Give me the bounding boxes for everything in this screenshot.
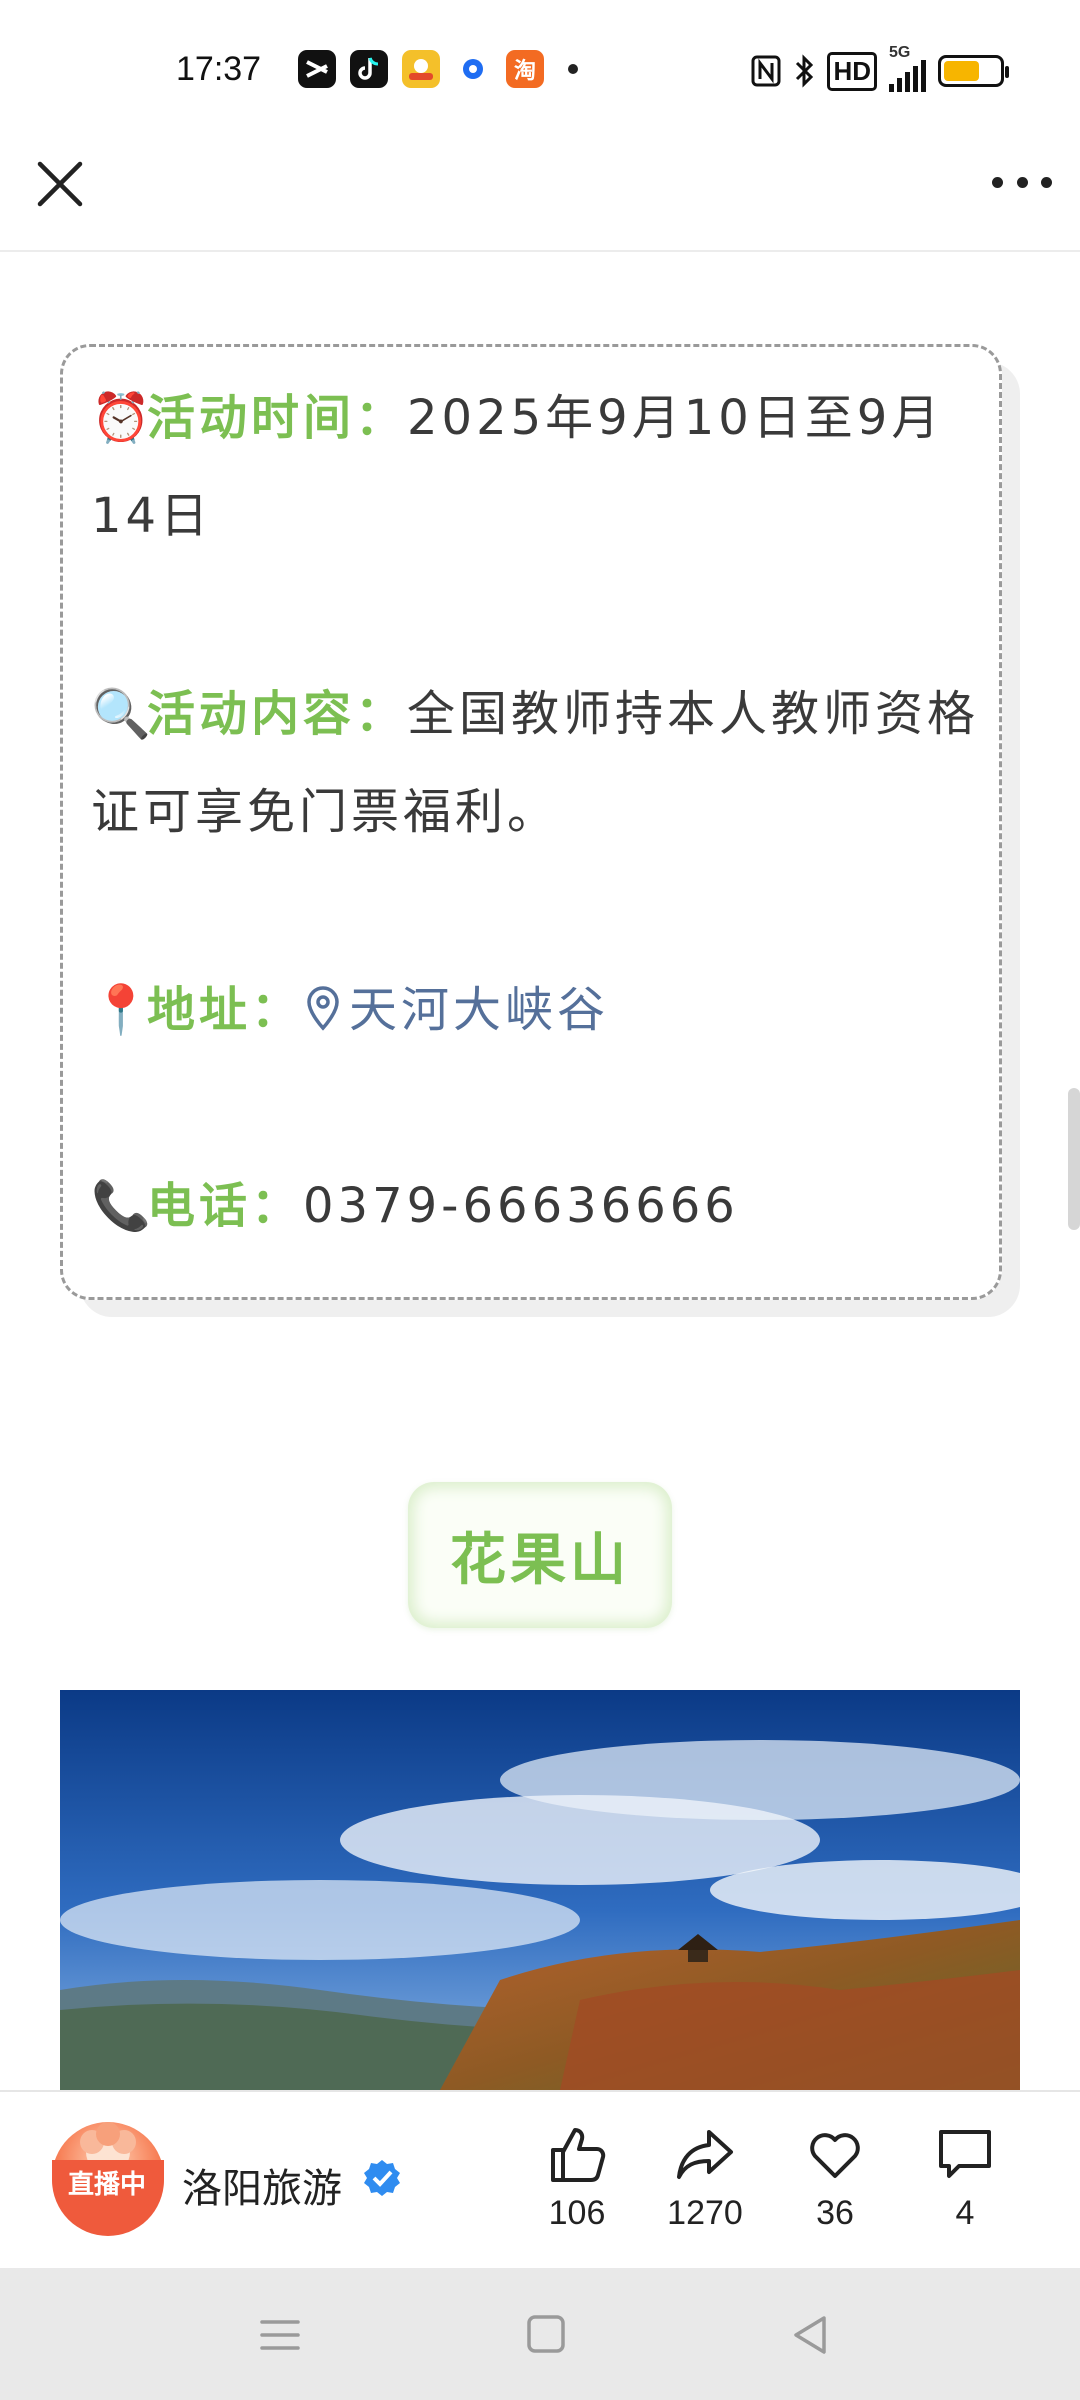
tiktok-icon [350, 50, 388, 88]
bottom-action-bar: 直播中 洛阳旅游 106 1270 36 4 [0, 2090, 1080, 2268]
nfc-icon [751, 55, 781, 87]
top-nav-bar [0, 140, 1080, 252]
address-line: 📍地址： 天河大峡谷 [91, 961, 981, 1059]
phone-icon: 📞 [91, 1178, 155, 1234]
event-time-line: ⏰活动时间：2025年9月10日至9月14日 [91, 369, 981, 565]
heart-icon [810, 2133, 860, 2178]
capcut-icon [298, 50, 336, 88]
home-square-icon [527, 2315, 565, 2353]
close-button[interactable] [30, 154, 90, 214]
address-label: 地址： [147, 982, 304, 1038]
scrollbar-thumb[interactable] [1068, 1088, 1080, 1230]
comment-button[interactable]: 4 [910, 2122, 1020, 2233]
system-navigation-bar [0, 2268, 1080, 2400]
signal-icon: 5G [889, 44, 926, 92]
more-notifications-dot [568, 64, 578, 74]
verified-badge-icon [364, 2160, 400, 2196]
menu-nav-button[interactable] [250, 2310, 310, 2360]
back-nav-button[interactable] [782, 2310, 842, 2360]
favorite-count: 36 [816, 2194, 854, 2232]
notification-icons: 淘 [298, 50, 578, 88]
event-info-card: ⏰活动时间：2025年9月10日至9月14日 🔍活动内容：全国教师持本人教师资格… [60, 344, 1002, 1300]
map-pin-icon [307, 986, 339, 1031]
hd-icon: HD [827, 51, 877, 91]
address-link[interactable]: 天河大峡谷 [303, 982, 609, 1038]
phone-value[interactable]: 0379-66636666 [303, 1178, 739, 1234]
phone-line: 📞电话：0379-66636666 [91, 1157, 981, 1255]
author-name[interactable]: 洛阳旅游 [182, 2156, 342, 2214]
game-app-icon [402, 50, 440, 88]
event-content-label: 活动内容： [147, 686, 408, 742]
system-status-icons: HD 5G [751, 44, 1009, 92]
mountain-landscape-image [60, 1690, 1020, 2090]
share-button[interactable]: 1270 [650, 2122, 760, 2233]
section-title-tag: 花果山 [408, 1482, 672, 1628]
event-content-line: 🔍活动内容：全国教师持本人教师资格证可享免门票福利。 [91, 665, 981, 861]
comment-count: 4 [955, 2194, 975, 2232]
landscape-photo[interactable] [60, 1690, 1020, 2090]
comment-bubble-icon [939, 2130, 991, 2178]
status-bar: 17:37 淘 HD 5G [0, 0, 1080, 140]
address-value: 天河大峡谷 [349, 982, 610, 1038]
alarm-clock-icon: ⏰ [91, 390, 155, 446]
like-count: 106 [548, 2194, 606, 2232]
favorite-button[interactable]: 36 [780, 2122, 890, 2233]
battery-icon [938, 55, 1009, 87]
back-triangle-icon [794, 2316, 826, 2354]
more-icon [992, 176, 1003, 188]
live-badge[interactable]: 直播中 [52, 2160, 164, 2236]
like-button[interactable]: 106 [522, 2122, 632, 2233]
share-arrow-icon [677, 2130, 733, 2179]
status-time: 17:37 [176, 50, 262, 88]
blue-dot-app-icon [454, 50, 492, 88]
network-type: 5G [889, 44, 911, 61]
event-time-label: 活动时间： [147, 390, 408, 446]
phone-label: 电话： [147, 1178, 304, 1234]
share-count: 1270 [667, 2194, 743, 2232]
bluetooth-icon [796, 54, 814, 88]
thumbs-up-icon [551, 2128, 606, 2182]
home-nav-button[interactable] [516, 2310, 576, 2360]
magnifier-icon: 🔍 [91, 686, 155, 742]
close-icon [37, 161, 83, 207]
taobao-icon: 淘 [506, 50, 544, 88]
location-pin-icon: 📍 [91, 982, 155, 1038]
more-button[interactable] [992, 170, 1052, 194]
menu-lines-icon [260, 2320, 300, 2350]
